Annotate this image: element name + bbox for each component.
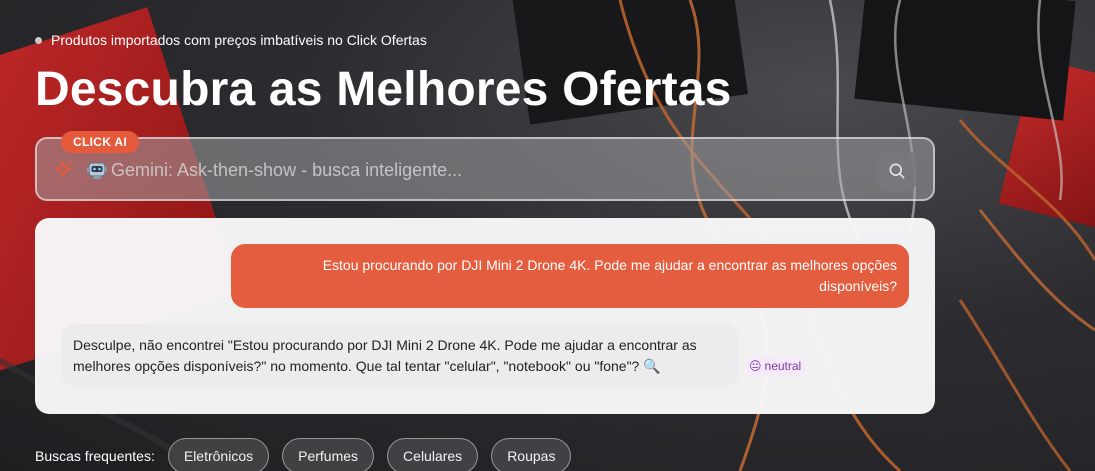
tagline-text: Produtos importados com preços imbatívei… <box>51 32 427 48</box>
neutral-face-icon: 😐 <box>749 359 762 373</box>
frequent-searches: Buscas frequentes: Eletrônicos Perfumes … <box>35 438 584 471</box>
page-title: Descubra as Melhores Ofertas <box>35 63 732 116</box>
sparkle-icon <box>54 160 73 178</box>
user-message: Estou procurando por DJI Mini 2 Drone 4K… <box>231 244 909 308</box>
search-icon <box>889 163 905 179</box>
chip-roupas[interactable]: Roupas <box>491 438 572 471</box>
search-bar: CLICK AI <box>35 131 935 201</box>
tagline: Produtos importados com preços imbatívei… <box>35 32 427 48</box>
chip-celulares[interactable]: Celulares <box>387 438 479 471</box>
chip-eletronicos[interactable]: Eletrônicos <box>167 438 270 471</box>
search-button[interactable] <box>877 151 917 191</box>
search-input[interactable] <box>111 153 871 187</box>
assistant-message: Desculpe, não encontrei "Estou procurand… <box>61 324 739 387</box>
chip-perfumes[interactable]: Perfumes <box>282 438 375 471</box>
robot-icon <box>87 159 107 179</box>
click-ai-badge: CLICK AI <box>61 131 139 153</box>
frequent-searches-label: Buscas frequentes: <box>35 448 155 464</box>
sentiment-label: neutral <box>764 359 802 373</box>
sentiment-badge: 😐 neutral <box>746 356 807 376</box>
bullet-dot-icon <box>35 36 42 44</box>
chat-panel: Estou procurando por DJI Mini 2 Drone 4K… <box>35 218 935 414</box>
